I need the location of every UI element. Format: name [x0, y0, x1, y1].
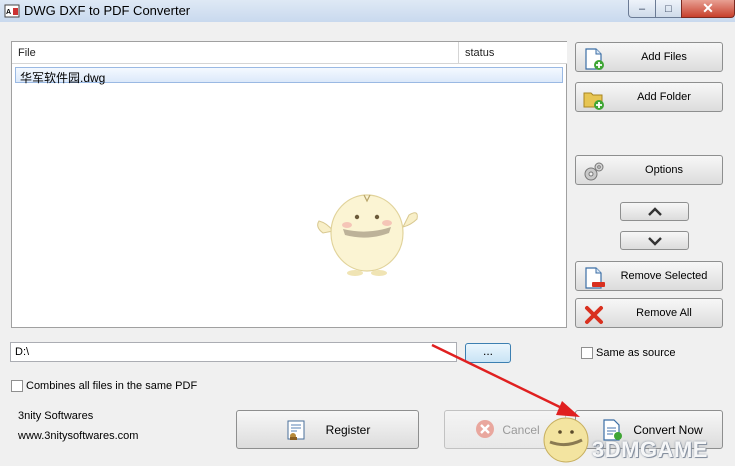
column-header-status[interactable]: status: [459, 42, 567, 64]
minimize-button[interactable]: –: [628, 0, 656, 18]
maximize-button[interactable]: □: [655, 0, 682, 18]
window-controls: – □ ✕: [628, 0, 735, 19]
file-name-cell: 华军软件园.dwg: [20, 71, 106, 85]
add-file-icon: [585, 48, 604, 70]
chevron-up-icon: [647, 206, 662, 216]
add-folder-button[interactable]: Add Folder: [575, 82, 723, 112]
gear-icon: [584, 162, 604, 181]
table-row[interactable]: 华军软件园.dwg: [15, 67, 563, 85]
remove-all-button[interactable]: Remove All: [575, 298, 723, 328]
watermark-text: 3DMGAME: [592, 437, 708, 462]
red-x-icon: [585, 306, 603, 324]
same-as-source-label[interactable]: Same as source: [596, 347, 675, 359]
register-label: Register: [325, 422, 371, 437]
move-up-button[interactable]: [620, 202, 689, 221]
output-path-input[interactable]: D:\: [10, 342, 457, 362]
register-button[interactable]: Register: [236, 410, 419, 449]
convert-now-label: Convert Now: [633, 422, 703, 437]
website-link[interactable]: www.3nitysoftwares.com: [18, 430, 138, 442]
window-title: DWG DXF to PDF Converter: [24, 3, 191, 18]
add-folder-icon: [583, 92, 604, 110]
column-header-file[interactable]: File: [12, 42, 459, 64]
certificate-icon: [287, 420, 305, 440]
close-button[interactable]: ✕: [681, 0, 735, 18]
add-files-label: Add Files: [641, 51, 687, 63]
svg-text:A: A: [6, 9, 11, 16]
mascot-watermark-image: [317, 194, 418, 276]
mascot-watermark-image: [543, 417, 589, 463]
remove-selected-button[interactable]: Remove Selected: [575, 261, 723, 291]
chevron-down-icon: [647, 236, 662, 246]
app-icon: A: [4, 4, 20, 18]
add-files-button[interactable]: Add Files: [575, 42, 723, 72]
company-name: 3nity Softwares: [18, 410, 94, 422]
combine-pdf-checkbox[interactable]: [11, 380, 23, 392]
options-label: Options: [645, 164, 683, 176]
file-list[interactable]: File status 华军软件园.dwg: [11, 41, 567, 328]
remove-file-icon: [585, 267, 605, 289]
title-bar: A DWG DXF to PDF Converter – □ ✕: [0, 0, 735, 22]
options-button[interactable]: Options: [575, 155, 723, 185]
remove-selected-label: Remove Selected: [620, 270, 708, 282]
move-down-button[interactable]: [620, 231, 689, 250]
remove-all-label: Remove All: [636, 307, 692, 319]
combine-pdf-label[interactable]: Combines all files in the same PDF: [26, 380, 197, 392]
add-folder-label: Add Folder: [637, 91, 691, 103]
